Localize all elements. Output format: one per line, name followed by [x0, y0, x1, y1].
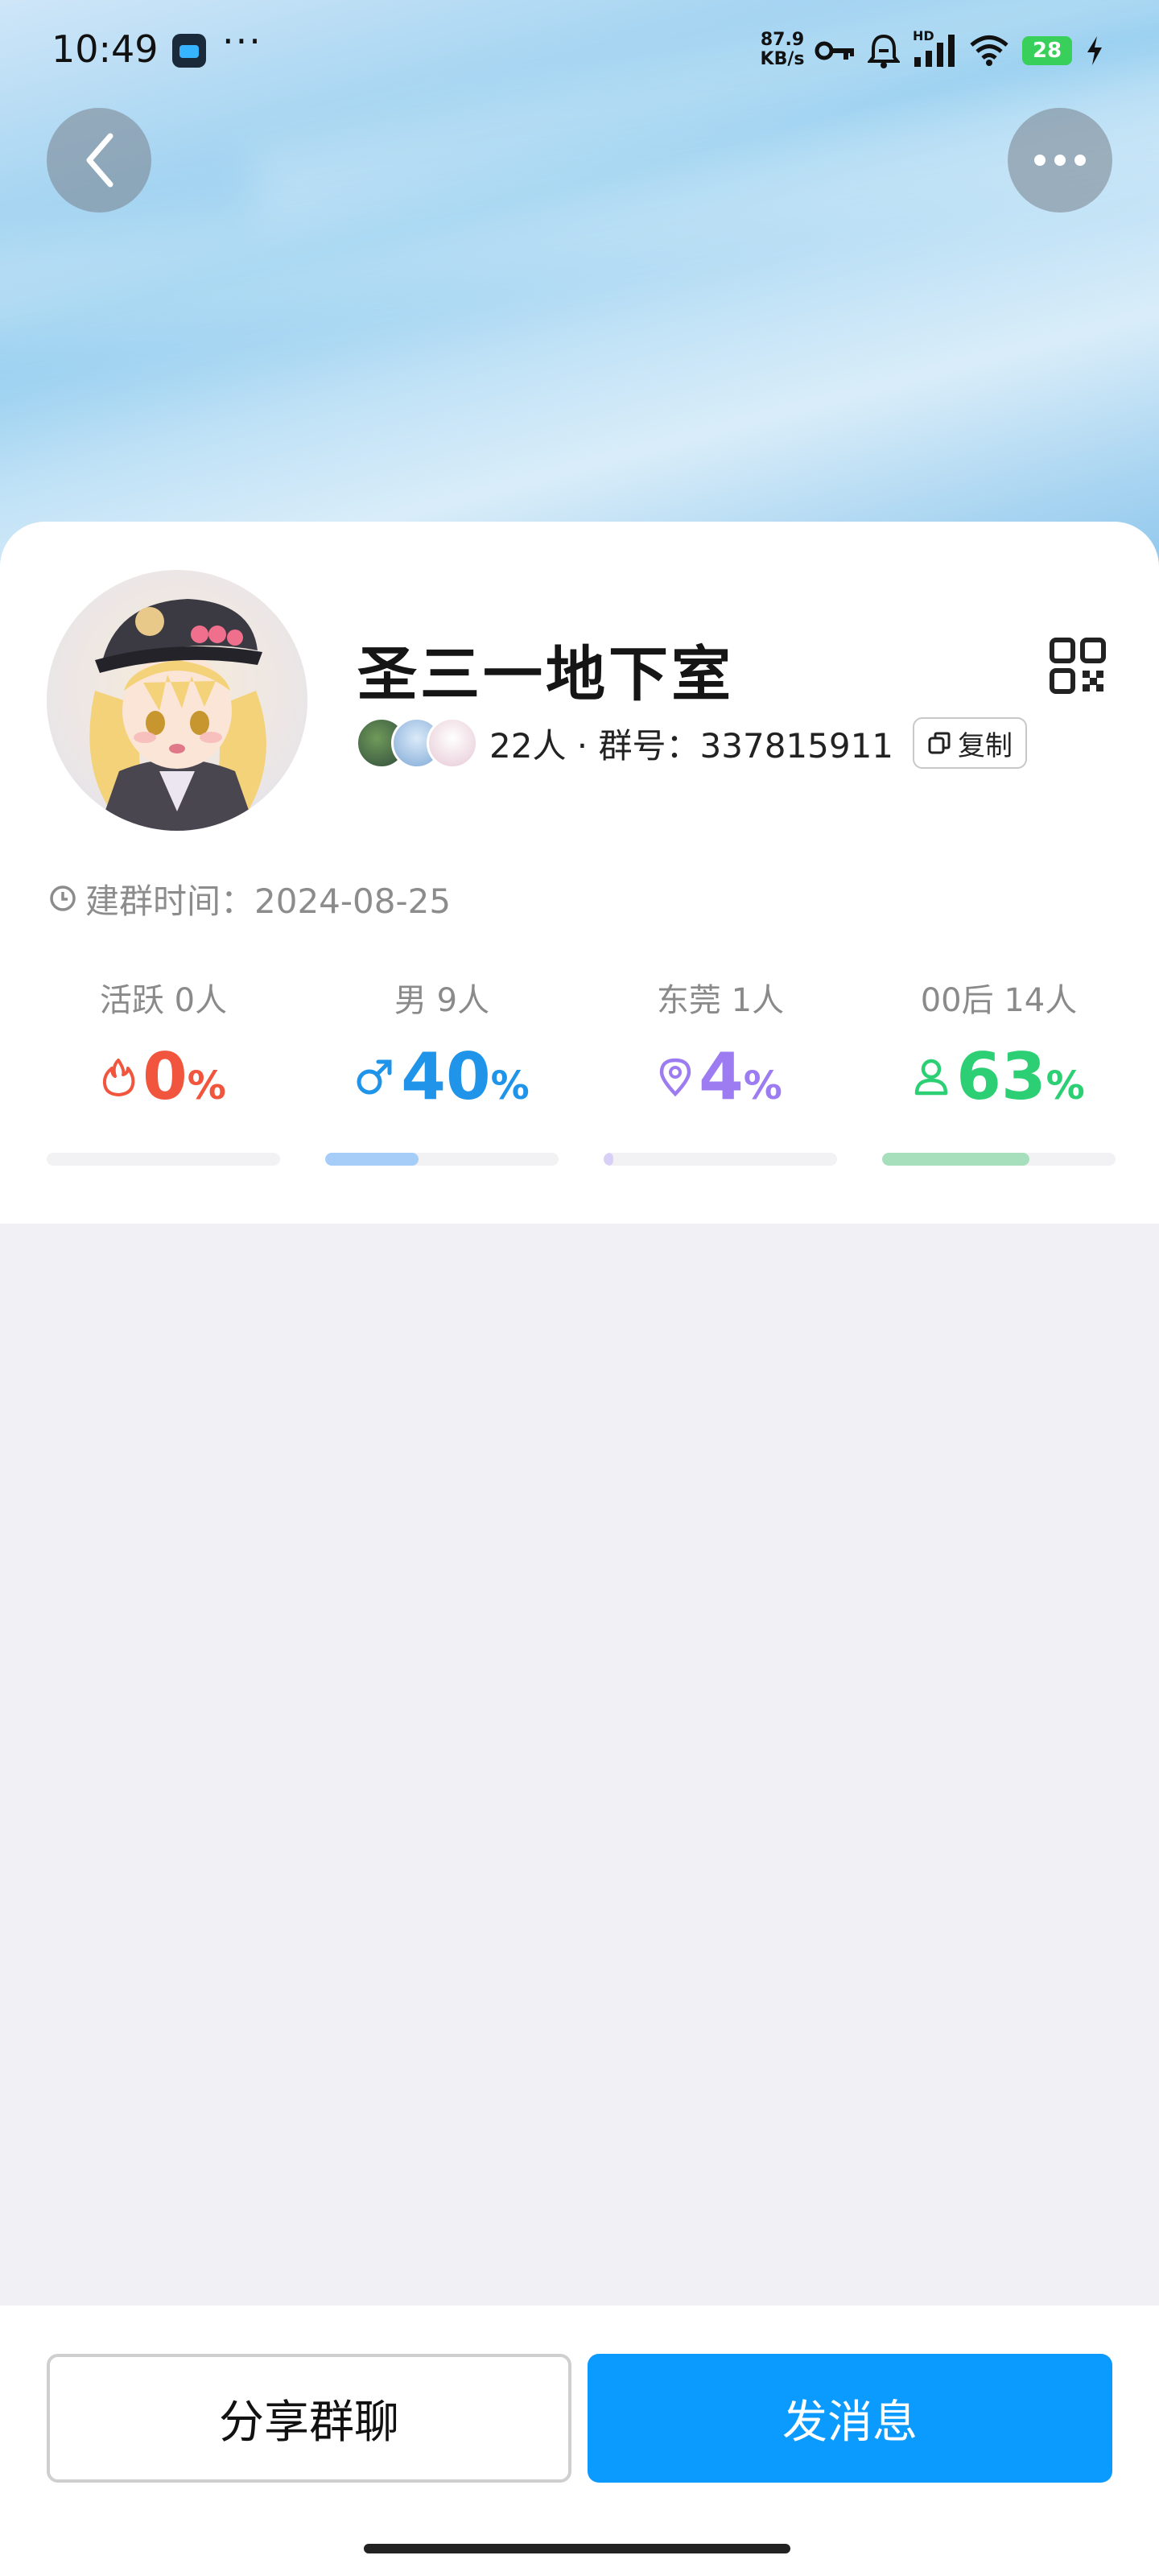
- stat-progress-track: [882, 1153, 1116, 1166]
- stat-progress-fill: [325, 1153, 419, 1166]
- alarm-bell-icon: [868, 34, 900, 68]
- group-meta-text: 22人 · 群号：337815911: [489, 719, 893, 768]
- signal-hd-tag: HD: [913, 28, 934, 43]
- more-horizontal-icon: [1034, 155, 1086, 166]
- stat-label: 男 9人: [394, 982, 490, 1019]
- stat-progress-fill: [882, 1153, 1029, 1166]
- stat-progress-track: [47, 1153, 280, 1166]
- person-icon: [915, 1059, 948, 1096]
- group-number-label: 群号：: [598, 725, 700, 766]
- more-button[interactable]: [1008, 108, 1112, 213]
- stat-unit: %: [743, 1063, 782, 1108]
- status-more-indicator: ···: [222, 19, 262, 63]
- location-pin-icon: [659, 1058, 691, 1097]
- key-icon: [815, 41, 854, 60]
- flame-icon: [103, 1059, 135, 1096]
- stat-label: 东莞 1人: [656, 982, 785, 1019]
- stat-value: 63: [956, 1039, 1046, 1114]
- stat-progress-fill: [604, 1153, 613, 1166]
- copy-button-label: 复制: [958, 729, 1013, 762]
- back-button[interactable]: [47, 108, 151, 213]
- chevron-left-icon: [86, 133, 113, 188]
- group-meta-row: 22人 · 群号：337815911 复制: [356, 715, 1028, 771]
- member-count: 22人: [489, 725, 567, 766]
- meta-separator: ·: [566, 725, 599, 766]
- group-number: 337815911: [699, 725, 894, 766]
- male-icon: [357, 1059, 392, 1095]
- created-date-row: 建群时间：2024-08-25: [48, 876, 451, 921]
- created-label: 建群时间：: [85, 881, 255, 921]
- member-avatars[interactable]: [356, 717, 478, 769]
- battery-indicator: 28: [1022, 36, 1072, 65]
- copy-icon: [928, 732, 951, 754]
- stat-unit: %: [490, 1063, 530, 1108]
- stat-value: 40: [401, 1039, 491, 1114]
- clock-icon: [50, 886, 76, 911]
- network-speed-unit: KB/s: [760, 49, 805, 69]
- network-speed-value: 87.9: [760, 30, 805, 50]
- send-message-button[interactable]: 发消息: [588, 2354, 1112, 2483]
- stat-progress-track: [325, 1153, 559, 1166]
- created-date: 2024-08-25: [254, 881, 452, 921]
- home-indicator[interactable]: [364, 2544, 790, 2553]
- stat-label: 00后 14人: [920, 982, 1078, 1019]
- avatar-illustration: [89, 599, 266, 831]
- stat-progress-track: [604, 1153, 837, 1166]
- group-avatar[interactable]: [47, 570, 307, 831]
- stat-unit: %: [1046, 1063, 1085, 1108]
- member-avatar: [427, 717, 478, 769]
- app-notification-icon: [172, 34, 206, 68]
- stat-value: 0: [142, 1039, 188, 1114]
- status-bar: 10:49 ··· 87.9 KB/s HD 28: [0, 0, 1159, 97]
- stat-unit: %: [187, 1063, 226, 1108]
- copy-button[interactable]: 复制: [913, 717, 1028, 769]
- stat-value: 4: [699, 1039, 744, 1114]
- wifi-icon: [970, 35, 1008, 66]
- qr-code-icon[interactable]: [1050, 638, 1106, 694]
- stat-label: 活跃 0人: [99, 982, 228, 1019]
- cellular-signal-icon: HD: [913, 28, 956, 68]
- status-time: 10:49: [52, 27, 159, 71]
- group-name: 圣三一地下室: [357, 640, 734, 709]
- charging-bolt-icon: [1087, 36, 1102, 65]
- share-group-button[interactable]: 分享群聊: [47, 2354, 571, 2483]
- network-speed: 87.9 KB/s: [757, 31, 808, 69]
